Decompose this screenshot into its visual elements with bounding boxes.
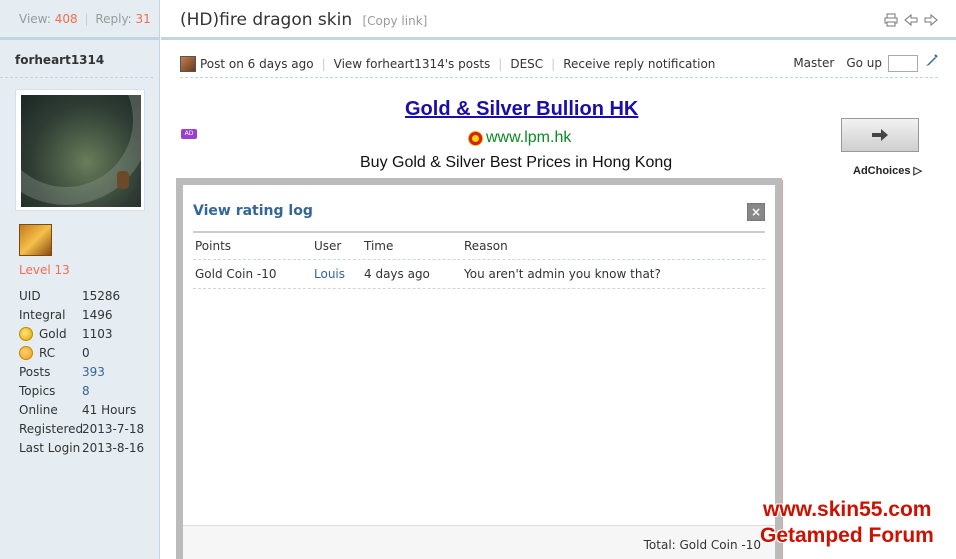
floor-jump-input[interactable] — [888, 54, 918, 72]
adchoices-icon: ▷ — [913, 165, 922, 177]
info-row-uid: UID 15286 — [19, 286, 144, 305]
thread-stats: View: 408 | Reply: 31 — [0, 0, 159, 40]
thread-title: (HD)fire dragon skin — [180, 10, 353, 30]
pen-icon[interactable] — [924, 54, 938, 72]
post-time: Post on 6 days ago — [200, 56, 314, 71]
view-author-posts-link[interactable]: View forheart1314's posts — [334, 57, 491, 71]
info-value: 1103 — [82, 326, 113, 341]
author-username[interactable]: forheart1314 — [0, 40, 153, 78]
desc-sort-link[interactable]: DESC — [510, 57, 543, 71]
info-row-integral: Integral 1496 — [19, 305, 144, 324]
post-toolbar: Post on 6 days ago | View forheart1314's… — [180, 50, 938, 78]
cell-points: Gold Coin -10 — [195, 267, 277, 281]
views-label: View: — [19, 12, 51, 26]
avatar-image — [21, 95, 141, 207]
posts-link[interactable]: 393 — [82, 365, 105, 379]
replies-count: 31 — [135, 12, 151, 26]
thread-header: (HD)fire dragon skin [Copy link] — [161, 0, 956, 40]
info-key: Posts — [19, 364, 51, 379]
master-label[interactable]: Master — [793, 56, 834, 70]
info-value: 2013-7-18 — [82, 421, 145, 436]
info-key: Gold — [39, 326, 67, 341]
info-value: 0 — [82, 345, 90, 360]
adchoices-link[interactable]: AdChoices ▷ — [853, 164, 922, 177]
copy-link-button[interactable]: [Copy link] — [363, 14, 428, 28]
info-value: 15286 — [82, 288, 121, 303]
rc-coin-icon — [19, 345, 33, 360]
info-row-last-login: Last Login 2013-8-16 — [19, 438, 144, 457]
table-header-row: Points User Time Reason — [193, 233, 765, 260]
info-value: 2013-8-16 — [82, 440, 145, 455]
ad-description: Buy Gold & Silver Best Prices in Hong Ko… — [360, 154, 673, 171]
watermark-forum: Getamped Forum — [760, 524, 934, 547]
column-header-points: Points — [195, 239, 232, 253]
column-header-reason: Reason — [464, 239, 508, 253]
user-info-list: UID 15286 Integral 1496 Gold 1103 RC 0 P… — [19, 286, 144, 457]
ad-arrow-button[interactable] — [841, 118, 919, 152]
avatar[interactable] — [15, 89, 145, 211]
info-row-topics: Topics 8 — [19, 381, 144, 400]
ad-url[interactable]: www.lpm.hk — [468, 129, 571, 147]
watermark-url: www.skin55.com — [763, 498, 932, 521]
info-value: 1496 — [82, 307, 113, 322]
close-button[interactable]: × — [747, 203, 765, 221]
topics-link[interactable]: 8 — [82, 384, 90, 398]
adchoices-label: AdChoices — [853, 165, 911, 177]
thread-tools — [884, 13, 938, 27]
column-header-user: User — [314, 239, 342, 253]
next-thread-icon[interactable] — [924, 13, 938, 27]
info-key: RC — [39, 345, 56, 360]
rating-total: Total: Gold Coin -10 — [643, 538, 761, 552]
gold-coin-icon — [19, 326, 33, 341]
online-status-icon — [180, 55, 196, 72]
watermark: www.skin55.com Getamped Forum — [760, 494, 956, 559]
rating-log-table: Points User Time Reason Gold Coin -10 Lo… — [193, 233, 765, 289]
column-header-time: Time — [364, 239, 394, 253]
arrow-right-icon — [872, 129, 888, 141]
info-key: Registered — [19, 421, 84, 436]
print-icon[interactable] — [884, 13, 898, 27]
info-row-registered: Registered 2013-7-18 — [19, 419, 144, 438]
info-key: Topics — [19, 383, 56, 398]
previous-thread-icon[interactable] — [904, 13, 918, 27]
info-row-gold: Gold 1103 — [19, 324, 144, 343]
cell-user-link[interactable]: Louis — [314, 267, 364, 281]
ad-url-text: www.lpm.hk — [486, 129, 572, 146]
info-key: Online — [19, 402, 58, 417]
go-up-label[interactable]: Go up — [846, 56, 882, 70]
info-value: 41 Hours — [82, 402, 137, 417]
reply-notification-link[interactable]: Receive reply notification — [563, 57, 715, 71]
rating-log-dialog: View rating log × Points User Time Reaso… — [176, 178, 782, 559]
replies-label: Reply: — [95, 12, 132, 26]
ad-title-link[interactable]: Gold & Silver Bullion HK — [405, 98, 638, 121]
medal-icon[interactable] — [19, 224, 52, 256]
info-key: Integral — [19, 307, 66, 322]
info-key: Last Login — [19, 440, 81, 455]
info-row-posts: Posts 393 — [19, 362, 144, 381]
ad-logo-icon — [468, 130, 483, 146]
dialog-footer: Total: Gold Coin -10 — [183, 525, 775, 559]
info-key: UID — [19, 288, 41, 303]
table-row: Gold Coin -10 Louis 4 days ago You aren'… — [193, 260, 765, 289]
info-row-online: Online 41 Hours — [19, 400, 144, 419]
page-title: (HD)fire dragon skin [Copy link] — [180, 10, 427, 30]
dialog-title: View rating log — [193, 203, 313, 219]
views-count: 408 — [54, 12, 78, 26]
author-sidebar: View: 408 | Reply: 31 forheart1314 — [0, 0, 160, 559]
info-row-rc: RC 0 — [19, 343, 144, 362]
user-level[interactable]: Level 13 — [19, 263, 70, 277]
cell-time: 4 days ago — [364, 267, 430, 281]
cell-reason: You aren't admin you know that? — [464, 267, 661, 281]
ad-badge: AD — [181, 129, 197, 139]
